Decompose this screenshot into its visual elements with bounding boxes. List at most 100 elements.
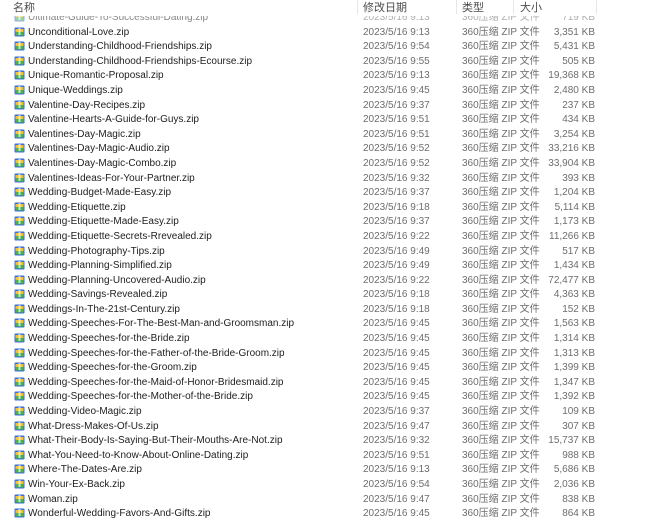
file-row[interactable]: Wedding-Planning-Simplified.zip 2023/5/16…: [0, 258, 671, 273]
file-row[interactable]: Wedding-Savings-Revealed.zip 2023/5/16 9:…: [0, 287, 671, 302]
zip-archive-icon: [14, 435, 25, 445]
file-size: 5,114 KB: [554, 201, 595, 213]
zip-archive-icon: [14, 158, 25, 168]
file-row[interactable]: Wonderful-Wedding-Favors-And-Gifts.zip 20…: [0, 506, 671, 521]
file-row[interactable]: Wedding-Speeches-for-the-Bride.zip 2023/5…: [0, 331, 671, 346]
file-type: 360压缩 ZIP 文件: [462, 376, 540, 388]
zip-archive-icon: [14, 173, 25, 183]
file-name: What-You-Need-to-Know-About-Online-Datin…: [28, 449, 249, 461]
file-row[interactable]: What-Their-Body-Is-Saying-But-Their-Mout…: [0, 433, 671, 448]
file-date-modified: 2023/5/16 9:32: [363, 435, 430, 447]
file-row[interactable]: Understanding-Childhood-Friendships.zip 2…: [0, 39, 671, 54]
file-name: Wedding-Speeches-for-the-Mother-of-the-B…: [28, 391, 253, 403]
file-date-modified: 2023/5/16 9:45: [363, 333, 430, 345]
file-row[interactable]: Valentines-Ideas-For-Your-Partner.zip 202…: [0, 171, 671, 186]
file-type: 360压缩 ZIP 文件: [462, 55, 540, 67]
file-date-modified: 2023/5/16 9:52: [363, 157, 430, 169]
file-type: 360压缩 ZIP 文件: [462, 420, 540, 432]
file-date-modified: 2023/5/16 9:54: [363, 41, 430, 53]
file-date-modified: 2023/5/16 9:18: [363, 289, 430, 301]
file-name: Wedding-Video-Magic.zip: [28, 406, 142, 418]
file-name: Wedding-Etiquette.zip: [28, 201, 126, 213]
file-name: Wedding-Speeches-for-the-Father-of-the-B…: [28, 347, 285, 359]
column-header-name[interactable]: 名称: [13, 1, 35, 15]
file-row[interactable]: Wedding-Planning-Uncovered-Audio.zip 2023…: [0, 273, 671, 288]
file-size: 3,254 KB: [553, 128, 595, 140]
file-row[interactable]: Wedding-Video-Magic.zip 2023/5/16 9:37 360…: [0, 404, 671, 419]
file-name: Valentines-Ideas-For-Your-Partner.zip: [28, 172, 195, 184]
file-name: Wedding-Etiquette-Secrets-Rrevealed.zip: [28, 230, 212, 242]
zip-archive-icon: [14, 450, 25, 460]
file-row[interactable]: Understanding-Childhood-Friendships-Ecou…: [0, 54, 671, 69]
file-row[interactable]: Woman.zip 2023/5/16 9:47 360压缩 ZIP 文件 838 K…: [0, 492, 671, 507]
file-name: Unique-Weddings.zip: [28, 84, 123, 96]
file-row[interactable]: Weddings-In-The-21st-Century.zip 2023/5/1…: [0, 302, 671, 317]
column-divider[interactable]: [456, 0, 457, 14]
file-row[interactable]: Valentines-Day-Magic.zip 2023/5/16 9:51 36…: [0, 127, 671, 142]
column-header-date-modified[interactable]: 修改日期: [363, 1, 407, 15]
file-type: 360压缩 ZIP 文件: [462, 128, 540, 140]
file-row[interactable]: Unconditional-Love.zip 2023/5/16 9:13 360压…: [0, 25, 671, 40]
file-name: Woman.zip: [28, 493, 78, 505]
file-name: What-Dress-Makes-Of-Us.zip: [28, 420, 159, 432]
file-row[interactable]: What-You-Need-to-Know-About-Online-Datin…: [0, 448, 671, 463]
file-date-modified: 2023/5/16 9:52: [363, 143, 430, 155]
file-row[interactable]: What-Dress-Makes-Of-Us.zip 2023/5/16 9:47…: [0, 419, 671, 434]
file-row[interactable]: Where-The-Dates-Are.zip 2023/5/16 9:13 360…: [0, 462, 671, 477]
file-row[interactable]: Unique-Weddings.zip 2023/5/16 9:45 360压缩 Z…: [0, 83, 671, 98]
file-row[interactable]: Wedding-Speeches-for-the-Groom.zip 2023/5…: [0, 360, 671, 375]
zip-archive-icon: [14, 100, 25, 110]
file-type: 360压缩 ZIP 文件: [462, 303, 540, 315]
zip-archive-icon: [14, 318, 25, 328]
file-size: 988 KB: [562, 449, 595, 461]
file-row[interactable]: Valentine-Day-Recipes.zip 2023/5/16 9:37 3…: [0, 98, 671, 113]
file-type: 360压缩 ZIP 文件: [462, 41, 540, 53]
file-row[interactable]: Valentines-Day-Magic-Audio.zip 2023/5/16 …: [0, 141, 671, 156]
file-size: 109 KB: [562, 406, 595, 418]
file-row[interactable]: Valentines-Day-Magic-Combo.zip 2023/5/16 …: [0, 156, 671, 171]
file-row[interactable]: Win-Your-Ex-Back.zip 2023/5/16 9:54 360压缩 …: [0, 477, 671, 492]
file-name: Valentines-Day-Magic-Audio.zip: [28, 143, 170, 155]
file-date-modified: 2023/5/16 9:45: [363, 391, 430, 403]
file-size: 434 KB: [562, 114, 595, 126]
file-row[interactable]: Wedding-Speeches-For-The-Best-Man-and-Gr…: [0, 316, 671, 331]
column-header-bar: 名称 修改日期 类型 大小: [0, 0, 671, 16]
file-row[interactable]: Wedding-Photography-Tips.zip 2023/5/16 9:…: [0, 244, 671, 259]
column-divider[interactable]: [357, 0, 358, 14]
file-type: 360压缩 ZIP 文件: [462, 26, 540, 38]
zip-archive-icon: [14, 231, 25, 241]
file-date-modified: 2023/5/16 9:22: [363, 274, 430, 286]
zip-archive-icon: [14, 246, 25, 256]
file-row[interactable]: Unique-Romantic-Proposal.zip 2023/5/16 9:…: [0, 68, 671, 83]
file-row[interactable]: Valentine-Hearts-A-Guide-for-Guys.zip 202…: [0, 112, 671, 127]
file-name: Wedding-Planning-Uncovered-Audio.zip: [28, 274, 206, 286]
file-size: 307 KB: [562, 420, 595, 432]
column-divider[interactable]: [513, 0, 514, 14]
file-name: Valentines-Day-Magic-Combo.zip: [28, 157, 177, 169]
file-date-modified: 2023/5/16 9:37: [363, 99, 430, 111]
file-list: Ultimate-Guide-To-Successful-Dating.zip 2…: [0, 10, 671, 521]
file-type: 360压缩 ZIP 文件: [462, 508, 540, 520]
file-name: Wedding-Planning-Simplified.zip: [28, 260, 172, 272]
file-name: Understanding-Childhood-Friendships-Ecou…: [28, 55, 253, 67]
file-size: 1,314 KB: [553, 333, 595, 345]
zip-archive-icon: [14, 129, 25, 139]
file-size: 11,266 KB: [549, 230, 595, 242]
column-header-size[interactable]: 大小: [520, 1, 542, 15]
zip-archive-icon: [14, 216, 25, 226]
file-size: 152 KB: [562, 303, 595, 315]
column-header-type[interactable]: 类型: [462, 1, 484, 15]
file-date-modified: 2023/5/16 9:13: [363, 26, 430, 38]
column-divider[interactable]: [596, 0, 597, 14]
file-row[interactable]: Wedding-Budget-Made-Easy.zip 2023/5/16 9:…: [0, 185, 671, 200]
file-row[interactable]: Wedding-Etiquette-Secrets-Rrevealed.zip 2…: [0, 229, 671, 244]
file-name: Where-The-Dates-Are.zip: [28, 464, 142, 476]
zip-archive-icon: [14, 377, 25, 387]
file-size: 5,686 KB: [553, 464, 595, 476]
file-date-modified: 2023/5/16 9:47: [363, 420, 430, 432]
file-row[interactable]: Wedding-Speeches-for-the-Maid-of-Honor-B…: [0, 375, 671, 390]
file-row[interactable]: Wedding-Speeches-for-the-Father-of-the-B…: [0, 346, 671, 361]
file-row[interactable]: Wedding-Etiquette.zip 2023/5/16 9:18 360压缩…: [0, 200, 671, 215]
file-row[interactable]: Wedding-Speeches-for-the-Mother-of-the-B…: [0, 389, 671, 404]
file-row[interactable]: Wedding-Etiquette-Made-Easy.zip 2023/5/16…: [0, 214, 671, 229]
